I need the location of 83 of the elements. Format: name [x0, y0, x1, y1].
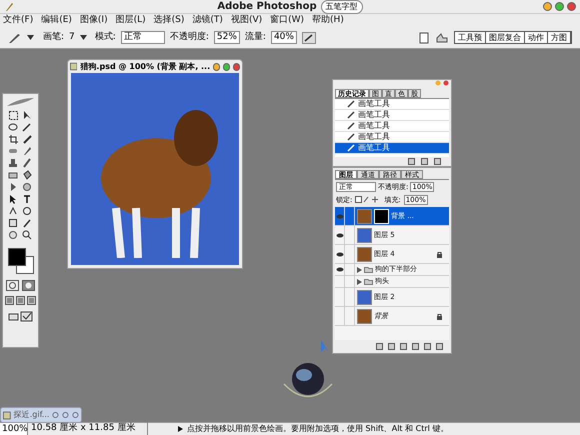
layer-thumbnail — [357, 308, 372, 324]
tool-icon[interactable] — [8, 218, 19, 229]
eye-icon[interactable] — [336, 252, 344, 256]
color-swatches-icon[interactable] — [6, 247, 34, 275]
document-icon[interactable] — [3, 410, 11, 420]
close-button[interactable] — [443, 80, 449, 86]
tool-icon[interactable] — [8, 158, 19, 169]
document-size: 10.58 厘米 x 11.85 厘米 — [28, 422, 148, 435]
tool-icon[interactable] — [8, 134, 19, 145]
caret-icon[interactable] — [80, 35, 87, 40]
close-button[interactable] — [567, 2, 576, 11]
opacity-label: 不透明度: — [170, 30, 209, 44]
document-title: 猎狗.psd @ 100% (背景 副本, ... — [80, 60, 210, 72]
airbrush-icon[interactable] — [302, 32, 316, 44]
menu-item[interactable]: 帮助(H) — [312, 14, 344, 28]
menu-item[interactable]: 窗口(W) — [270, 14, 304, 28]
tool-icon[interactable] — [22, 170, 33, 181]
minimize-button[interactable] — [543, 2, 552, 11]
palette-tab[interactable]: 方图 — [548, 32, 571, 43]
layer-thumbnail — [357, 208, 372, 224]
play-icon[interactable] — [178, 426, 183, 432]
tool-icon[interactable] — [22, 134, 33, 145]
tool-icon[interactable] — [22, 182, 33, 193]
maximize-button[interactable] — [555, 2, 564, 11]
tool-icon[interactable] — [22, 206, 33, 217]
history-item[interactable]: 画笔工具 — [335, 143, 449, 154]
layer-thumbnail — [357, 290, 372, 304]
menu-item[interactable]: 视图(V) — [230, 14, 262, 28]
minimized-window[interactable]: 探近.gif... — [0, 407, 82, 423]
tool-icon[interactable] — [8, 122, 19, 133]
menu-item[interactable]: 文件(F) — [3, 14, 34, 28]
mode-dropdown[interactable]: 正常 — [120, 31, 165, 44]
eye-icon[interactable] — [336, 232, 344, 238]
status-hint: 点按并拖移以用前景色绘画。要用附加选项，使用 Shift、Alt 和 Ctrl 键。 — [187, 423, 448, 435]
lock-icon[interactable] — [436, 312, 443, 320]
close-button[interactable] — [233, 62, 240, 70]
palette-icon[interactable] — [435, 32, 449, 44]
tool-icon[interactable] — [22, 110, 33, 121]
history-item[interactable]: 画笔工具 — [335, 110, 449, 121]
tool-icon[interactable] — [22, 218, 33, 229]
tool-icon[interactable] — [22, 146, 33, 157]
brush-size[interactable]: 7 — [69, 30, 75, 44]
document-title: 探近.gif... — [14, 409, 50, 421]
lock-icon[interactable] — [436, 250, 443, 258]
brush-label: 画笔: — [43, 30, 64, 44]
mode-label: 模式: — [94, 30, 116, 44]
caret-icon[interactable] — [27, 35, 34, 40]
layer-thumbnail — [357, 246, 372, 262]
zoom-field[interactable]: 100% — [0, 423, 28, 435]
tool-icon[interactable] — [8, 206, 19, 217]
tool-icon[interactable] — [8, 230, 19, 241]
eye-icon[interactable] — [336, 267, 344, 272]
maximize-button[interactable] — [223, 62, 230, 70]
history-item[interactable]: 画笔工具 — [335, 99, 449, 110]
menu-item[interactable]: 图像(I) — [80, 14, 108, 28]
tool-icon[interactable] — [22, 230, 33, 241]
flow-field[interactable]: 40% — [270, 31, 297, 44]
tool-icon[interactable] — [22, 194, 33, 205]
palette-tab[interactable]: 动作 — [525, 32, 548, 43]
tool-icon[interactable] — [22, 158, 33, 169]
quick-mask-icon[interactable] — [22, 280, 35, 291]
menu-item[interactable]: 图层(L) — [116, 14, 146, 28]
layer-thumbnail — [357, 228, 372, 242]
tool-icon[interactable] — [8, 170, 19, 181]
opacity-field[interactable]: 52% — [214, 31, 240, 44]
app-icon[interactable] — [4, 2, 14, 12]
palette-tab[interactable]: 工具预 — [455, 32, 486, 43]
ime-indicator: 五笔字型 — [320, 0, 363, 14]
menu-item[interactable]: 编辑(E) — [41, 14, 72, 28]
tool-icon[interactable] — [8, 110, 19, 121]
document-icon[interactable] — [418, 32, 430, 44]
minimize-button[interactable] — [213, 62, 220, 70]
palette-tab[interactable]: 图层复合 — [486, 32, 525, 43]
menu-item[interactable]: 选择(S) — [154, 14, 184, 28]
brush-icon[interactable] — [8, 32, 22, 44]
document-icon[interactable] — [70, 62, 78, 71]
flow-label: 流量: — [244, 30, 266, 44]
menu-item[interactable]: 滤镜(T) — [192, 14, 223, 28]
jump-to-icon[interactable] — [8, 310, 34, 322]
window-title: Adobe Photoshop — [217, 0, 317, 14]
tool-icon[interactable] — [22, 122, 33, 133]
standard-mode-icon[interactable] — [6, 280, 19, 291]
history-item[interactable]: 画笔工具 — [335, 121, 449, 132]
